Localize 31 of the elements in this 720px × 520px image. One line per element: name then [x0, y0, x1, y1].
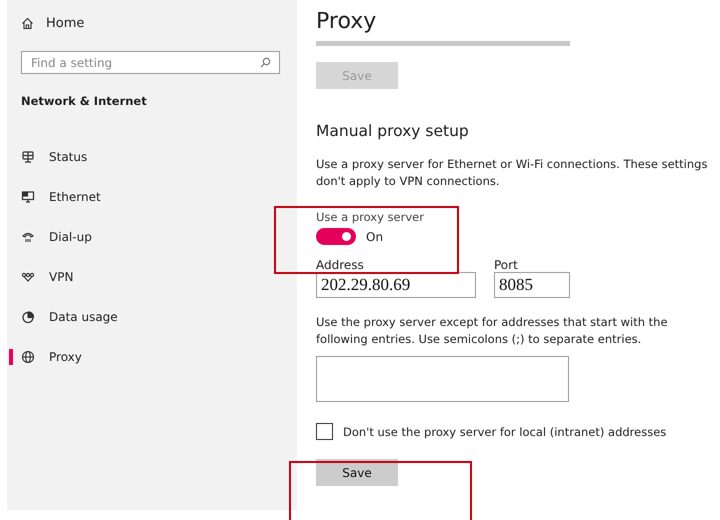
toggle-label: Use a proxy server — [316, 210, 425, 224]
sidebar-item[interactable]: VPN — [9, 257, 297, 297]
port-field[interactable]: 8085 — [494, 272, 570, 298]
home-icon — [21, 16, 34, 30]
pie-chart-icon — [21, 310, 35, 324]
description-text: Use a proxy server for Ethernet or Wi-Fi connections. These settings don't apply to VPN connections. — [316, 156, 708, 190]
network-icon — [21, 270, 35, 284]
checkbox[interactable] — [316, 423, 333, 440]
exceptions-field[interactable] — [316, 356, 569, 402]
section-heading: Manual proxy setup — [316, 122, 470, 140]
sidebar-item[interactable]: Dial-up — [9, 217, 297, 257]
sidebar-item[interactable]: Status — [9, 137, 297, 177]
page-title: Proxy — [316, 8, 378, 36]
sidebar-item[interactable]: Ethernet — [9, 177, 297, 217]
phone-icon — [21, 230, 35, 244]
section-heading: Network & Internet — [21, 94, 148, 108]
save-button[interactable]: Save — [316, 459, 398, 486]
toggle-state: On — [366, 230, 384, 244]
checkbox-label: Don't use the proxy server for local (intranet) addresses — [343, 424, 666, 438]
search-icon — [260, 57, 271, 68]
address-label: Address — [316, 258, 365, 272]
monitor-icon — [21, 190, 35, 204]
exceptions-text: Use the proxy server except for addresses that start with the following entries. Use semicolons (;) to separate entries. — [316, 314, 669, 348]
home-link[interactable]: Home — [46, 16, 84, 30]
port-label: Port — [494, 258, 519, 272]
globe-icon — [21, 350, 35, 364]
monitor-grid-icon — [21, 150, 35, 164]
address-field[interactable]: 202.29.80.69 — [316, 272, 476, 298]
sidebar-item[interactable]: Data usage — [9, 297, 297, 337]
search-field[interactable]: Find a setting — [21, 51, 280, 74]
toggle-switch[interactable] — [316, 228, 356, 245]
